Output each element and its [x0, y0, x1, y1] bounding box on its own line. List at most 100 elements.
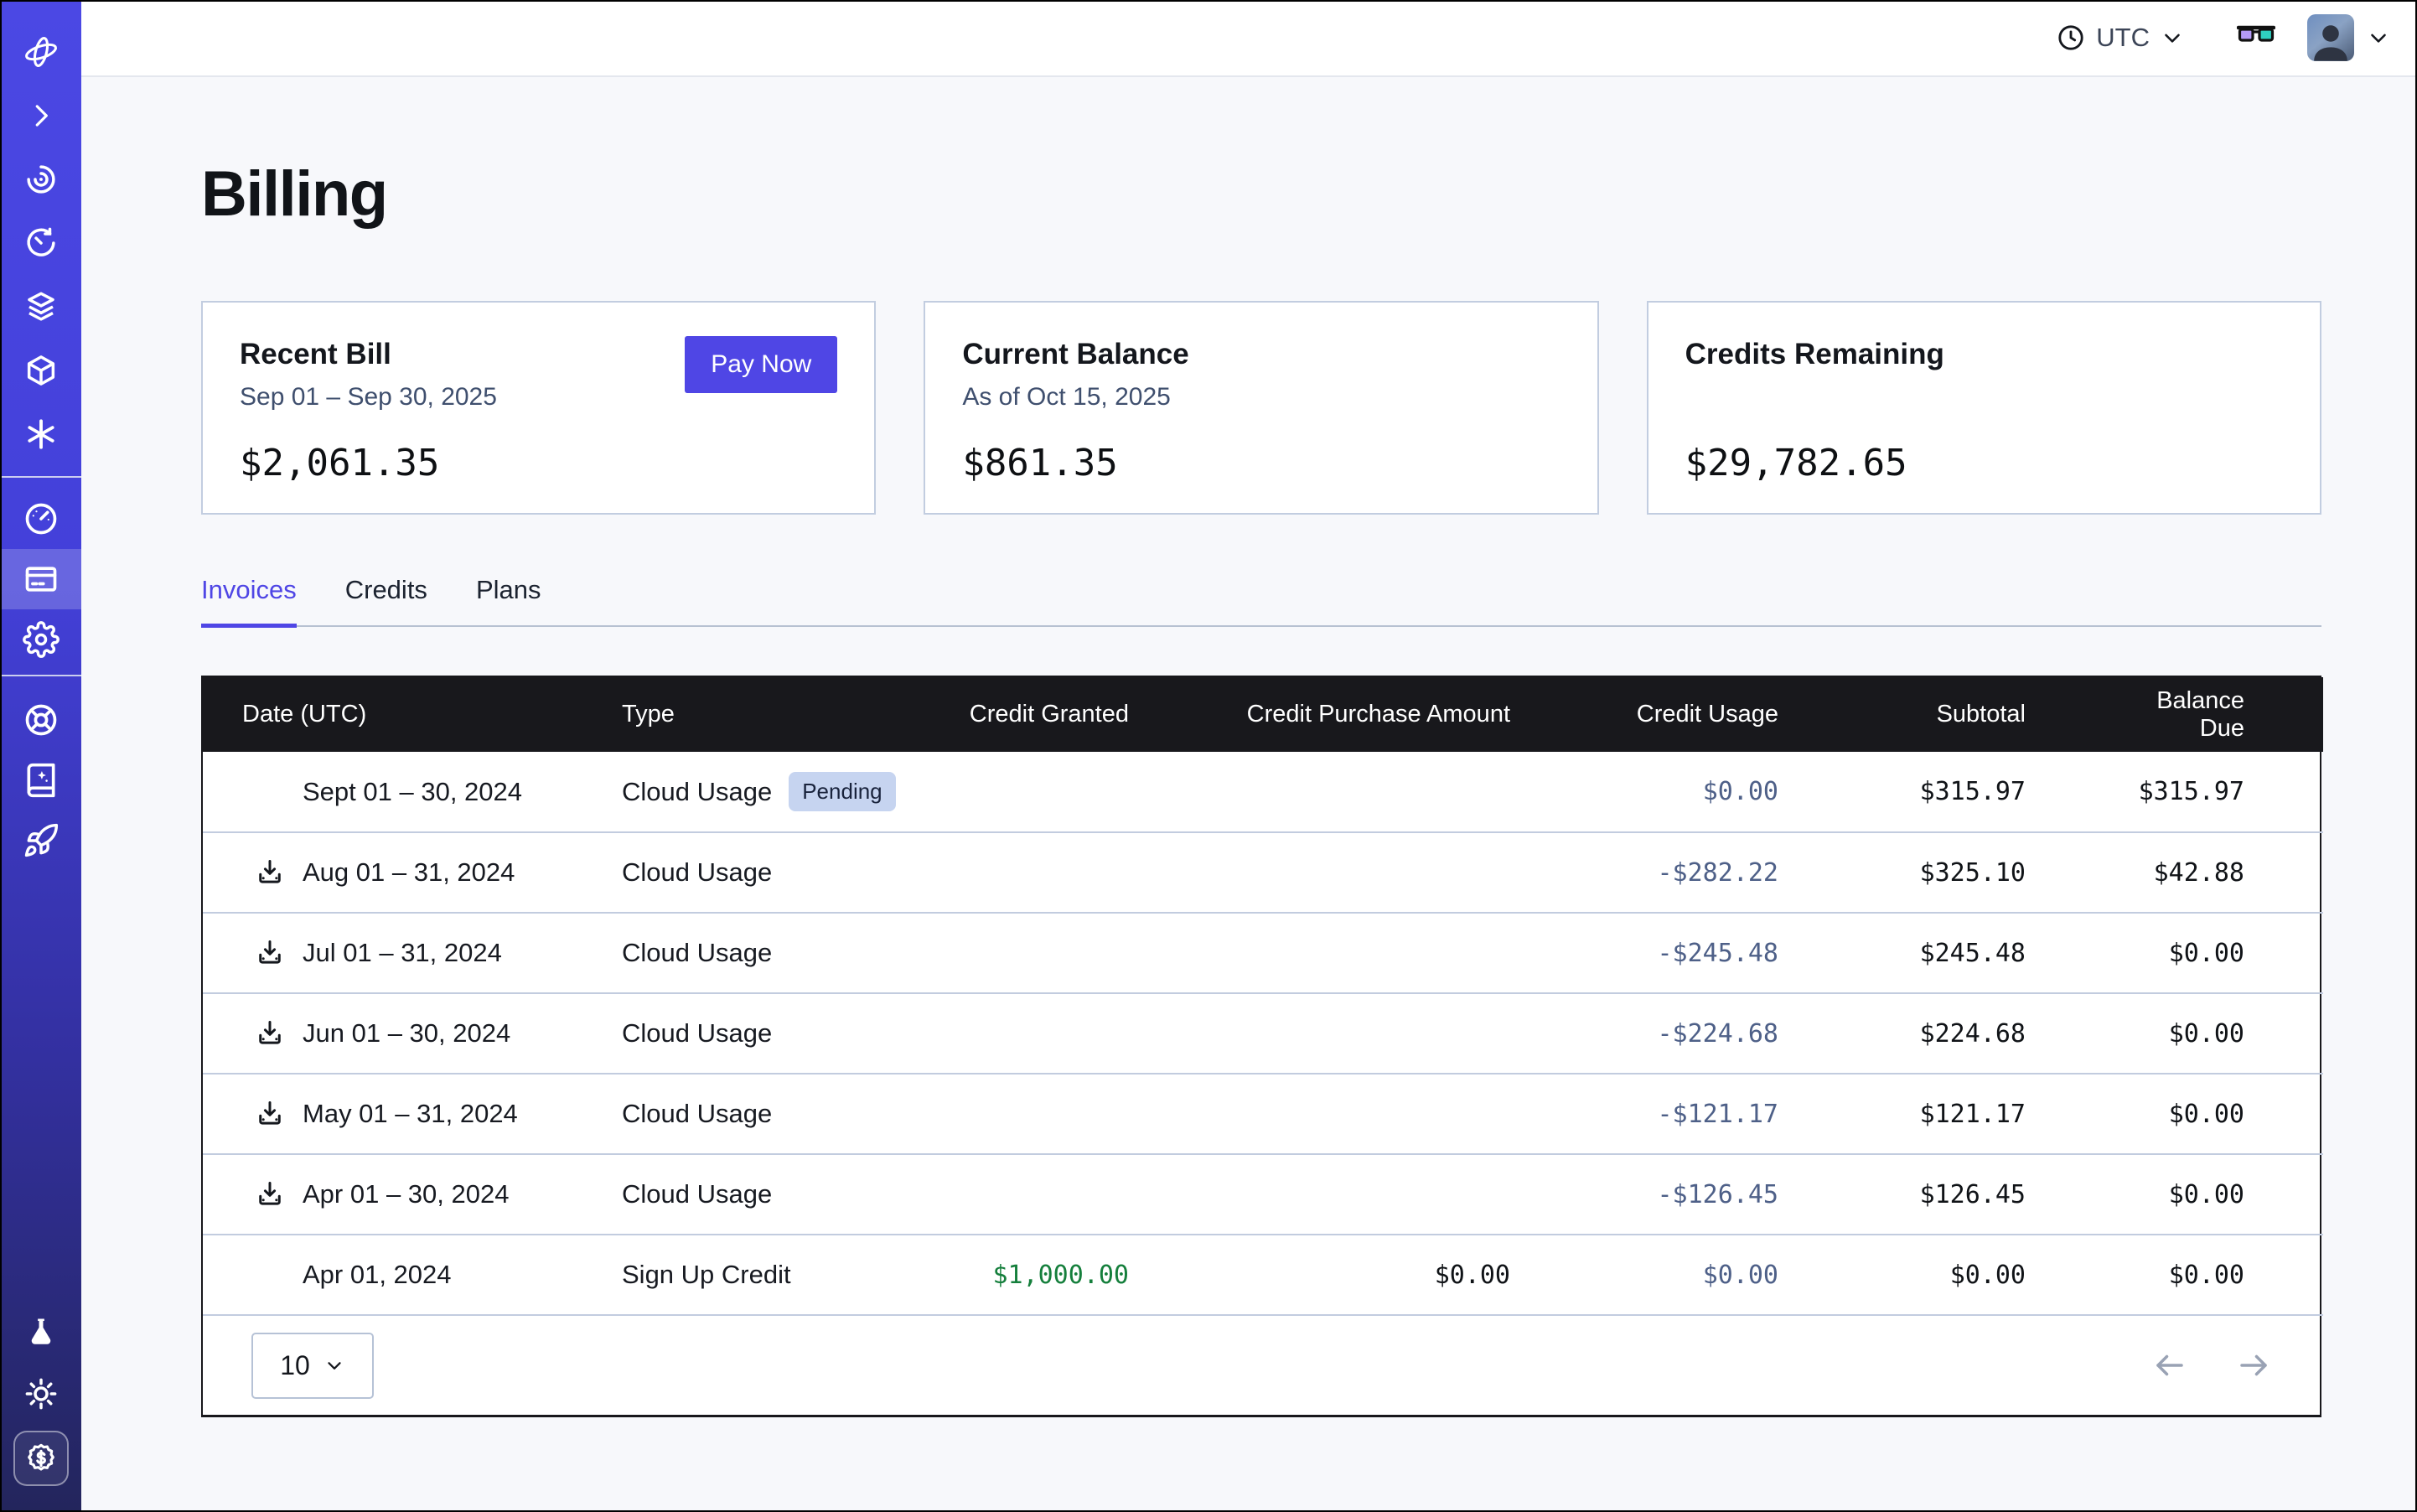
- chevron-down-icon: [2160, 25, 2185, 50]
- invoice-date: Jun 01 – 30, 2024: [303, 1018, 510, 1049]
- download-icon: [255, 1018, 285, 1049]
- sidebar-item-billing[interactable]: [0, 549, 81, 609]
- table-footer: 10: [203, 1316, 2320, 1415]
- credit-granted-value: [936, 1074, 1217, 1154]
- summary-cards: Recent Bill Sep 01 – Sep 30, 2025 $2,061…: [201, 301, 2321, 515]
- observe-icon: [23, 162, 59, 197]
- column-header-date: Date (UTC): [203, 677, 584, 752]
- invoices-table: Date (UTC) Type Credit Granted Credit Pu…: [201, 676, 2321, 1417]
- next-page-button[interactable]: [2236, 1348, 2271, 1383]
- sidebar-item-labs[interactable]: [0, 1303, 81, 1364]
- card-title: Credits Remaining: [1685, 338, 2283, 371]
- invoice-row: May 01 – 31, 2024 Cloud Usage -$121.17 $…: [203, 1074, 2323, 1154]
- topbar: UTC: [81, 0, 2417, 77]
- balance-due-value: $315.97: [2114, 752, 2323, 832]
- current-balance-card: Current Balance As of Oct 15, 2025 $861.…: [924, 301, 1598, 515]
- credit-usage-value: -$121.17: [1598, 1074, 1866, 1154]
- download-icon: [255, 938, 285, 968]
- column-header-credit-purchase: Credit Purchase Amount: [1217, 677, 1598, 752]
- invoice-type: Cloud Usage: [622, 857, 772, 888]
- column-header-credit-granted: Credit Granted: [936, 677, 1217, 752]
- tab-invoices[interactable]: Invoices: [201, 575, 297, 625]
- credit-purchase-value: [1217, 993, 1598, 1074]
- invoice-date: Apr 01 – 30, 2024: [303, 1179, 509, 1209]
- invoice-date: Jul 01 – 31, 2024: [303, 938, 502, 968]
- sidebar-item-observe[interactable]: [0, 149, 81, 210]
- invoice-date: Aug 01 – 31, 2024: [303, 857, 515, 888]
- download-invoice-button[interactable]: [255, 1179, 285, 1209]
- download-invoice-button[interactable]: [255, 857, 285, 888]
- clock-icon: [2056, 23, 2086, 53]
- previous-page-button[interactable]: [2152, 1348, 2187, 1383]
- credit-purchase-value: [1217, 913, 1598, 993]
- sidebar-item-support[interactable]: [0, 690, 81, 750]
- invoice-date: Sept 01 – 30, 2024: [303, 777, 522, 807]
- layers-icon: [23, 289, 59, 324]
- subtotal-value: $126.45: [1866, 1154, 2114, 1235]
- credit-granted-value: $1,000.00: [936, 1235, 1217, 1315]
- avatar[interactable]: [2307, 14, 2354, 61]
- credit-purchase-value: [1217, 752, 1598, 832]
- credit-usage-value: -$126.45: [1598, 1154, 1866, 1235]
- subtotal-value: $325.10: [1866, 832, 2114, 913]
- sidebar-item-docs[interactable]: [0, 750, 81, 810]
- subtotal-value: $0.00: [1866, 1235, 2114, 1315]
- sidebar-item-history[interactable]: [0, 213, 81, 273]
- app-logo[interactable]: [0, 22, 81, 82]
- credit-granted-value: [936, 913, 1217, 993]
- subtotal-value: $245.48: [1866, 913, 2114, 993]
- credit-purchase-value: [1217, 1154, 1598, 1235]
- credit-purchase-value: [1217, 832, 1598, 913]
- main-content: Billing Recent Bill Sep 01 – Sep 30, 202…: [81, 77, 2417, 1512]
- credit-granted-value: [936, 832, 1217, 913]
- card-subtitle: [1685, 383, 2283, 413]
- sidebar-item-cube[interactable]: [0, 340, 81, 401]
- page-size-select[interactable]: 10: [251, 1333, 374, 1399]
- credits-promo-button[interactable]: [13, 1431, 69, 1486]
- invoice-date: Apr 01, 2024: [303, 1260, 452, 1290]
- invoice-row: Jul 01 – 31, 2024 Cloud Usage -$245.48 $…: [203, 913, 2323, 993]
- sidebar-item-layers[interactable]: [0, 277, 81, 337]
- user-menu-button[interactable]: [2366, 25, 2391, 50]
- sidebar-item-settings[interactable]: [0, 609, 81, 670]
- credits-remaining-amount: $29,782.65: [1685, 442, 2283, 484]
- invoice-type: Cloud Usage: [622, 1179, 772, 1209]
- usage-gauge-icon: [23, 500, 60, 537]
- subtotal-value: $315.97: [1866, 752, 2114, 832]
- download-invoice-button[interactable]: [255, 938, 285, 968]
- credit-usage-value: $0.00: [1598, 752, 1866, 832]
- credits-promo: [0, 1428, 81, 1489]
- sidebar-item-asterisk[interactable]: [0, 404, 81, 464]
- sidebar-item-getting-started[interactable]: [0, 810, 81, 871]
- card-subtitle: As of Oct 15, 2025: [962, 383, 1560, 413]
- chevron-right-icon: [25, 100, 57, 132]
- status-badge: Pending: [789, 772, 895, 811]
- reader-mode-button[interactable]: [2237, 24, 2275, 51]
- invoice-row: Apr 01 – 30, 2024 Cloud Usage -$126.45 $…: [203, 1154, 2323, 1235]
- billing-card-icon: [23, 561, 60, 598]
- balance-due-value: $0.00: [2114, 1235, 2323, 1315]
- sidebar-item-usage[interactable]: [0, 489, 81, 549]
- current-balance-amount: $861.35: [962, 442, 1560, 484]
- sidebar-expand[interactable]: [0, 85, 81, 146]
- chevron-down-icon: [2366, 25, 2391, 50]
- history-timer-icon: [23, 225, 59, 261]
- download-invoice-button[interactable]: [255, 1099, 285, 1129]
- download-icon: [255, 1179, 285, 1209]
- download-icon: [255, 857, 285, 888]
- credit-purchase-value: [1217, 1074, 1598, 1154]
- chevron-down-icon: [323, 1354, 345, 1376]
- credit-granted-value: [936, 993, 1217, 1074]
- pay-now-button[interactable]: Pay Now: [685, 336, 837, 393]
- theme-toggle[interactable]: [0, 1364, 81, 1424]
- timezone-selector[interactable]: UTC: [2056, 23, 2185, 53]
- tab-plans[interactable]: Plans: [476, 575, 541, 625]
- download-icon: [255, 1099, 285, 1129]
- docs-book-icon: [23, 762, 60, 799]
- invoice-row: Aug 01 – 31, 2024 Cloud Usage -$282.22 $…: [203, 832, 2323, 913]
- download-invoice-button[interactable]: [255, 1018, 285, 1049]
- credit-usage-value: -$245.48: [1598, 913, 1866, 993]
- tab-credits[interactable]: Credits: [345, 575, 427, 625]
- sidebar: [0, 0, 81, 1512]
- balance-due-value: $0.00: [2114, 1074, 2323, 1154]
